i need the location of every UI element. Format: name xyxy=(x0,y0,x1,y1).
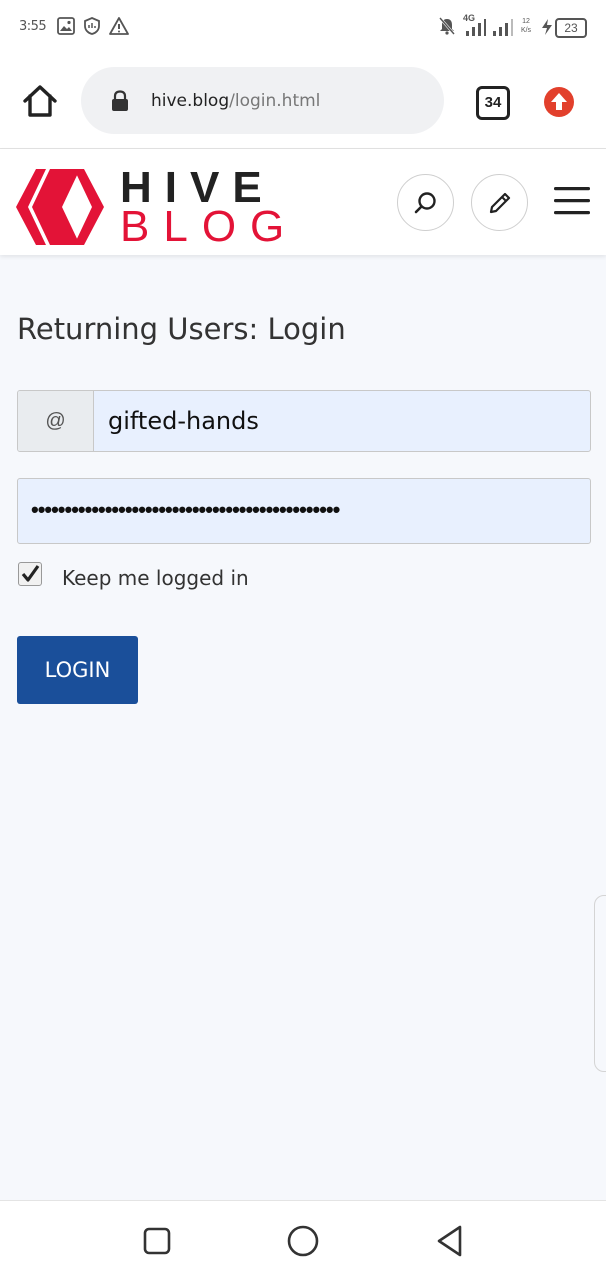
at-addon: @ xyxy=(18,391,94,451)
address-bar[interactable]: hive.blog/login.html xyxy=(81,67,444,134)
url-domain: hive.blog xyxy=(151,91,230,111)
page-title: Returning Users: Login xyxy=(17,312,346,346)
remember-label[interactable]: Keep me logged in xyxy=(62,566,249,590)
search-button[interactable] xyxy=(397,174,454,231)
gallery-icon xyxy=(57,17,75,35)
url-path: /login.html xyxy=(229,91,321,111)
home-nav-icon[interactable] xyxy=(286,1223,320,1259)
status-time: 3:55 xyxy=(19,19,47,34)
hive-logo-icon[interactable] xyxy=(16,169,104,245)
search-icon xyxy=(414,192,436,214)
charging-icon xyxy=(542,19,552,35)
upgrade-icon[interactable] xyxy=(543,86,575,118)
status-bar: 3:55 4G 12 K/s 23 xyxy=(0,0,606,55)
tab-count: 34 xyxy=(484,94,502,111)
password-mask: ••••••••••••••••••••••••••••••••••••••••… xyxy=(31,497,340,522)
mute-bell-icon xyxy=(439,17,455,35)
recents-icon[interactable] xyxy=(143,1223,171,1259)
battery-level: 23 xyxy=(564,21,578,35)
hamburger-menu-icon[interactable] xyxy=(554,185,590,217)
username-field-group[interactable]: @ gifted-hands xyxy=(17,390,591,452)
login-button[interactable]: LOGIN xyxy=(17,636,138,704)
home-icon[interactable] xyxy=(21,82,59,120)
lock-icon xyxy=(112,90,128,111)
warning-icon xyxy=(109,17,129,35)
battery-indicator: 23 xyxy=(555,18,587,38)
network-speed: 12 K/s xyxy=(520,18,532,34)
logo-text-blog: BLOG xyxy=(120,202,299,251)
tab-switcher-button[interactable]: 34 xyxy=(476,86,510,120)
signal-2-icon xyxy=(493,19,513,36)
remember-checkbox[interactable] xyxy=(18,562,42,586)
password-input[interactable]: ••••••••••••••••••••••••••••••••••••••••… xyxy=(17,478,591,544)
back-icon[interactable] xyxy=(435,1223,465,1259)
system-nav-bar xyxy=(0,1200,606,1281)
signal-icon xyxy=(466,19,486,36)
site-header: HIVE BLOG xyxy=(0,149,606,255)
shield-icon xyxy=(84,17,100,35)
browser-toolbar: hive.blog/login.html 34 xyxy=(0,55,606,149)
pencil-icon xyxy=(489,192,511,214)
username-input[interactable]: gifted-hands xyxy=(108,391,259,451)
side-panel-handle[interactable] xyxy=(594,895,606,1072)
checkmark-icon xyxy=(21,565,40,582)
url-text: hive.blog/login.html xyxy=(151,91,320,111)
compose-button[interactable] xyxy=(471,174,528,231)
